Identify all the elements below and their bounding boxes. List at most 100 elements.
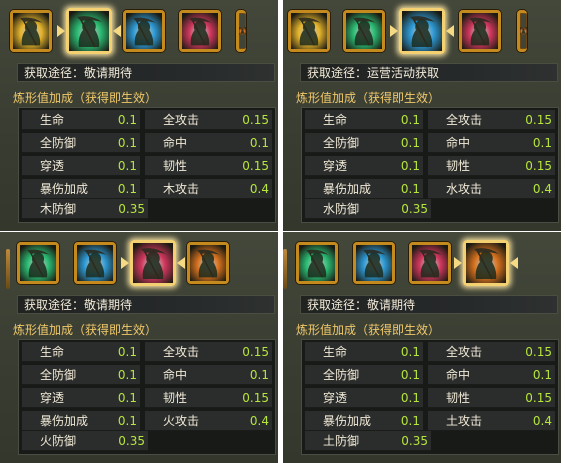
stat-name: 暴伤加成: [40, 182, 89, 196]
stat-value: 0.1: [117, 159, 137, 173]
stat-value: 0.15: [525, 159, 552, 173]
stat-name: 暴伤加成: [323, 414, 372, 428]
blue-reaper-icon[interactable]: [74, 242, 116, 284]
stat-value: 0.1: [249, 368, 269, 382]
blue-reaper-icon[interactable]: [353, 242, 395, 284]
orange-reaper-icon[interactable]: [517, 10, 527, 52]
orange-reaper-icon[interactable]: [187, 242, 229, 284]
stat-value: 0.4: [532, 414, 552, 428]
bonus-title: 炼形值加成（获得即生效）: [296, 91, 441, 105]
stat-value: 0.1: [532, 136, 552, 150]
stat-row: 全攻击 0.15: [428, 342, 555, 362]
gold-reaper-icon[interactable]: [288, 10, 330, 52]
stat-row: 韧性 0.15: [145, 388, 272, 408]
source-value: 敬请期待: [84, 298, 133, 312]
green-reaper-icon[interactable]: [343, 10, 385, 52]
stat-row: 生命 0.1: [22, 342, 140, 362]
stat-value: 0.35: [401, 434, 428, 448]
stat-row: 生命 0.1: [305, 342, 423, 362]
stat-value: 0.1: [400, 345, 420, 359]
blue-reaper-icon[interactable]: [123, 10, 165, 52]
stat-name: 生命: [40, 113, 65, 127]
stat-name: 木防御: [40, 202, 77, 216]
stat-value: 0.1: [117, 113, 137, 127]
stat-name: 土攻击: [446, 414, 483, 428]
stat-row: 穿透 0.1: [22, 156, 140, 176]
stat-name: 木攻击: [163, 182, 200, 196]
red-reaper-icon[interactable]: [130, 240, 176, 286]
stat-name: 命中: [446, 136, 471, 150]
red-reaper-icon[interactable]: [409, 242, 451, 284]
stat-row: 命中 0.1: [145, 365, 272, 385]
stat-value: 0.4: [249, 414, 269, 428]
stat-row: 命中 0.1: [428, 365, 555, 385]
stat-value: 0.4: [532, 182, 552, 196]
green-reaper-icon[interactable]: [296, 242, 338, 284]
stat-value: 0.35: [118, 434, 145, 448]
stat-value: 0.1: [400, 368, 420, 382]
stats-box: 生命 0.1 全攻击 0.15 全防御 0.1 命中 0.1 穿透 0.1 韧性 0.15 暴伤加成 0.…: [18, 339, 276, 455]
bonus-title: 炼形值加成（获得即生效）: [13, 323, 158, 337]
stats-box: 生命 0.1 全攻击 0.15 全防御 0.1 命中 0.1 穿透 0.1 韧性 0.15 暴伤加成 0.…: [18, 107, 276, 223]
selected-right-arrow-icon: [113, 25, 121, 37]
stat-name: 火防御: [40, 434, 77, 448]
stat-row: 土攻击 0.4: [428, 411, 555, 431]
panel-wood: 获取途径：敬请期待 炼形值加成（获得即生效） 生命 0.1 全攻击 0.15 全防御 0.…: [0, 0, 278, 231]
stat-value: 0.1: [400, 391, 420, 405]
green-reaper-icon[interactable]: [66, 8, 112, 54]
stat-row: 水攻击 0.4: [428, 179, 555, 199]
stat-name: 穿透: [40, 159, 65, 173]
stat-value: 0.1: [117, 414, 137, 428]
stat-name: 土防御: [323, 434, 360, 448]
source-bar: 获取途径：敬请期待: [17, 295, 275, 314]
stat-name: 韧性: [446, 159, 471, 173]
selected-left-arrow-icon: [57, 25, 65, 37]
stat-row: 生命 0.1: [305, 110, 423, 130]
orange-reaper-icon[interactable]: [236, 10, 246, 52]
selected-left-arrow-icon: [121, 257, 129, 269]
stat-row: 全攻击 0.15: [145, 342, 272, 362]
stat-value: 0.35: [401, 202, 428, 216]
stat-name: 全攻击: [163, 113, 200, 127]
gold-reaper-icon[interactable]: [10, 10, 52, 52]
stat-value: 0.15: [242, 391, 269, 405]
reaper-icon-row: [283, 239, 561, 289]
source-label: 获取途径：: [24, 66, 85, 80]
stat-row: 暴伤加成 0.1: [305, 179, 423, 199]
red-reaper-icon[interactable]: [459, 10, 501, 52]
stat-name: 命中: [163, 136, 188, 150]
stat-row: 命中 0.1: [145, 133, 272, 153]
selected-left-arrow-icon: [390, 25, 398, 37]
stat-value: 0.1: [249, 136, 269, 150]
stat-value: 0.1: [400, 159, 420, 173]
stat-row: 全攻击 0.15: [145, 110, 272, 130]
stat-name: 暴伤加成: [40, 414, 89, 428]
orange-reaper-icon[interactable]: [463, 240, 509, 286]
reaper-icon-row: [283, 7, 561, 55]
red-reaper-icon[interactable]: [179, 10, 221, 52]
stat-value: 0.15: [525, 345, 552, 359]
stat-value: 0.4: [249, 182, 269, 196]
stat-row: 火攻击 0.4: [145, 411, 272, 431]
frame-ornament-icon: [6, 249, 10, 289]
stat-name: 韧性: [163, 159, 188, 173]
stat-value: 0.1: [117, 391, 137, 405]
stat-row: 木防御 0.35: [22, 199, 148, 219]
panel-water: 获取途径：运营活动获取 炼形值加成（获得即生效） 生命 0.1 全攻击 0.15 全防御…: [283, 0, 561, 231]
blue-reaper-icon[interactable]: [399, 8, 445, 54]
selected-left-arrow-icon: [454, 257, 462, 269]
panel-fire: 获取途径：敬请期待 炼形值加成（获得即生效） 生命 0.1 全攻击 0.15 全防御 0.…: [0, 232, 278, 463]
stat-row: 全防御 0.1: [305, 365, 423, 385]
stat-value: 0.1: [117, 136, 137, 150]
stat-value: 0.15: [242, 159, 269, 173]
stat-row: 暴伤加成 0.1: [22, 179, 140, 199]
stat-name: 命中: [163, 368, 188, 382]
stat-row: 水防御 0.35: [305, 199, 431, 219]
source-value: 敬请期待: [84, 66, 133, 80]
stat-name: 全防御: [323, 136, 360, 150]
bonus-title: 炼形值加成（获得即生效）: [296, 323, 441, 337]
source-label: 获取途径：: [307, 298, 368, 312]
source-bar: 获取途径：运营活动获取: [300, 63, 558, 82]
stat-name: 全攻击: [446, 113, 483, 127]
green-reaper-icon[interactable]: [17, 242, 59, 284]
